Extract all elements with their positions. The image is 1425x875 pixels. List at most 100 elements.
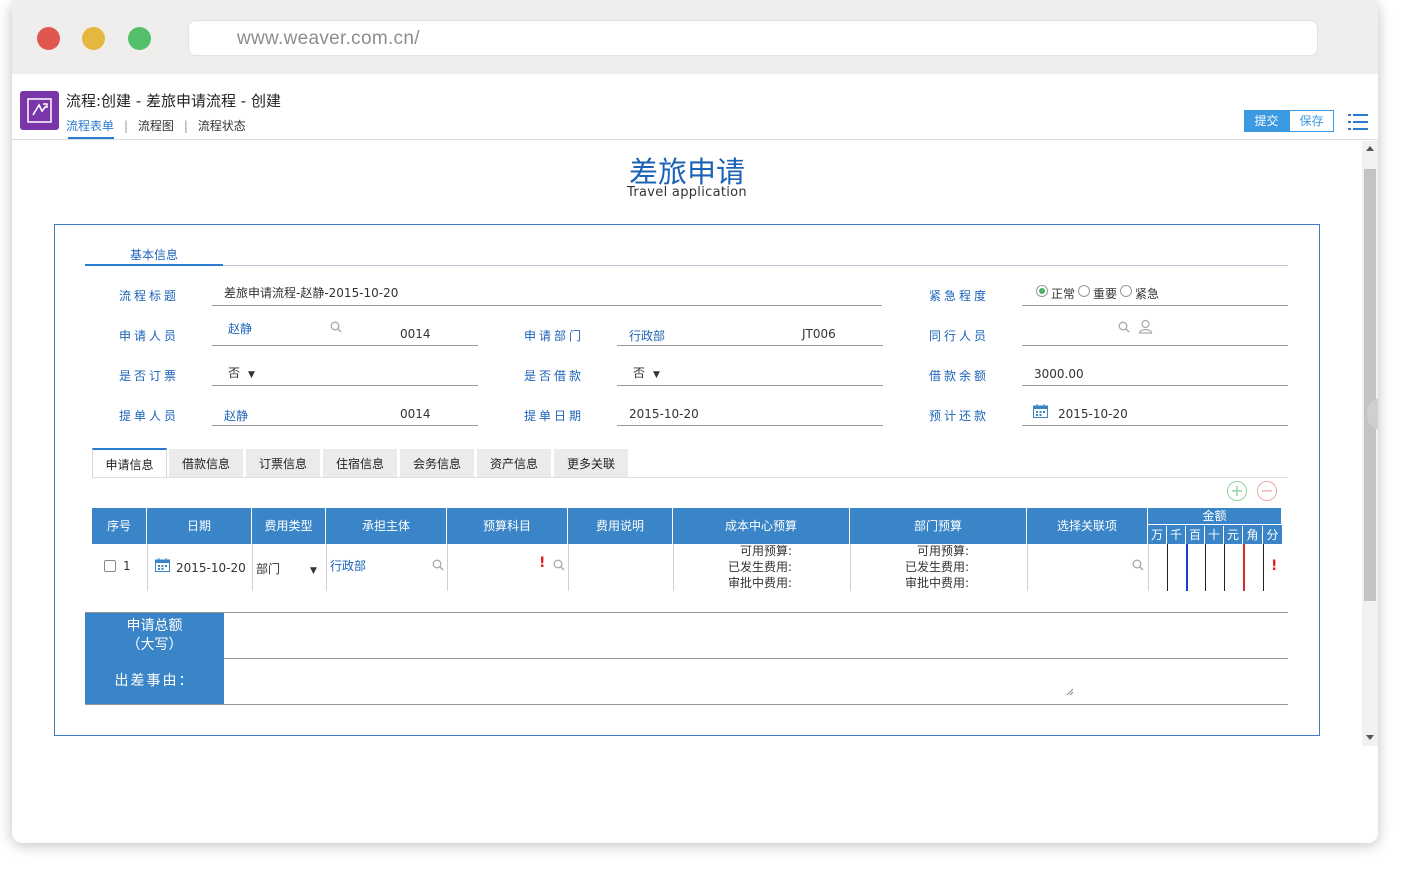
scroll-thumb[interactable] bbox=[1364, 169, 1376, 601]
delete-row-button[interactable]: − bbox=[1257, 481, 1277, 501]
department-label: 申请部门 bbox=[524, 329, 585, 343]
close-window-button[interactable] bbox=[37, 27, 60, 50]
amount-required-icon: ! bbox=[1271, 558, 1278, 574]
loan-balance-field-line bbox=[1022, 385, 1288, 386]
submit-button[interactable]: 提交 bbox=[1244, 110, 1289, 132]
maximize-window-button[interactable] bbox=[128, 27, 151, 50]
ticket-select[interactable]: 否 ▼ bbox=[228, 364, 255, 381]
detail-tab-assets[interactable]: 资产信息 bbox=[476, 448, 552, 478]
related-items-search-icon[interactable] bbox=[1132, 559, 1144, 571]
pending-fee-label: 审批中费用: bbox=[904, 576, 969, 590]
amount-unit-bai: 百 bbox=[1186, 526, 1205, 544]
add-row-button[interactable]: + bbox=[1227, 481, 1247, 501]
col-fee-type: 费用类型 bbox=[252, 508, 326, 544]
col-dept-budget: 部门预算 bbox=[850, 508, 1027, 544]
amount-grid-line bbox=[1263, 544, 1264, 591]
resize-handle-icon[interactable] bbox=[1066, 688, 1074, 696]
row-checkbox[interactable] bbox=[104, 560, 116, 572]
submitter-label: 提单人员 bbox=[119, 409, 180, 423]
budget-subject-search-icon[interactable] bbox=[553, 559, 565, 571]
cell-divider bbox=[252, 544, 253, 591]
scroll-up-arrow-icon[interactable] bbox=[1366, 146, 1374, 151]
companion-search-icon[interactable] bbox=[1118, 321, 1130, 333]
urgency-radio-important[interactable] bbox=[1078, 285, 1090, 297]
row-bearer[interactable]: 行政部 bbox=[330, 557, 366, 574]
scroll-down-arrow-icon[interactable] bbox=[1366, 735, 1374, 740]
flow-title-field-line bbox=[212, 305, 882, 306]
detail-tab-lodging[interactable]: 住宿信息 bbox=[322, 448, 398, 478]
vertical-scrollbar[interactable] bbox=[1362, 141, 1378, 746]
cost-center-budget-info: 可用预算: 已发生费用: 审批中费用: bbox=[712, 543, 792, 591]
amount-grid-line bbox=[1224, 544, 1225, 591]
detail-tab-apply[interactable]: 申请信息 bbox=[92, 448, 167, 478]
url-text: www.weaver.com.cn/ bbox=[237, 28, 420, 49]
amount-unit-wan: 万 bbox=[1148, 526, 1167, 544]
form-subtitle: Travel application bbox=[627, 185, 747, 200]
urgency-option-normal: 正常 bbox=[1051, 287, 1076, 301]
department-field-line bbox=[617, 345, 883, 346]
row-index: 1 bbox=[123, 559, 131, 573]
calendar-icon[interactable] bbox=[1033, 404, 1048, 418]
applicant-search-icon[interactable] bbox=[330, 321, 342, 333]
tab-flow-form[interactable]: 流程表单 bbox=[66, 119, 114, 133]
detail-tab-more[interactable]: 更多关联 bbox=[553, 448, 629, 478]
cell-divider bbox=[147, 544, 148, 591]
applicant-label: 申请人员 bbox=[119, 329, 180, 343]
row-calendar-icon[interactable] bbox=[155, 558, 170, 572]
urgency-field-line bbox=[1022, 305, 1288, 306]
loan-balance-value: 3000.00 bbox=[1034, 367, 1084, 381]
ticket-label: 是否订票 bbox=[119, 369, 180, 383]
tab-flow-status[interactable]: 流程状态 bbox=[198, 119, 246, 133]
available-budget-label: 可用预算: bbox=[739, 544, 792, 558]
incurred-fee-label: 已发生费用: bbox=[727, 560, 792, 574]
urgency-label: 紧急程度 bbox=[929, 289, 990, 303]
section-tab-basic-info[interactable]: 基本信息 bbox=[85, 246, 223, 263]
loan-select-value: 否 bbox=[633, 366, 646, 380]
submitter-field-line bbox=[212, 425, 478, 426]
flow-title-label: 流程标题 bbox=[119, 289, 180, 303]
submitter-value: 赵静 bbox=[224, 409, 249, 423]
row-date[interactable]: 2015-10-20 bbox=[176, 561, 246, 575]
travel-reason-row: 出差事由： bbox=[85, 659, 1288, 705]
repay-date-value[interactable]: 2015-10-20 bbox=[1058, 407, 1128, 421]
address-bar[interactable]: www.weaver.com.cn/ bbox=[188, 20, 1318, 56]
loan-select[interactable]: 否 ▼ bbox=[633, 364, 660, 381]
submit-date-field-line bbox=[617, 425, 883, 426]
detail-tab-loan[interactable]: 借款信息 bbox=[168, 448, 244, 478]
amount-unit-yuan: 元 bbox=[1224, 526, 1243, 544]
amount-grid-line bbox=[1205, 544, 1206, 591]
flow-title-value[interactable]: 差旅申请流程-赵静-2015-10-20 bbox=[224, 284, 398, 301]
urgency-radio-normal[interactable] bbox=[1036, 285, 1048, 297]
amount-grid-line bbox=[1186, 544, 1188, 591]
detail-tab-meeting[interactable]: 会务信息 bbox=[399, 448, 475, 478]
department-value[interactable]: 行政部 bbox=[629, 327, 665, 344]
applicant-value[interactable]: 赵静 bbox=[228, 320, 252, 337]
minimize-window-button[interactable] bbox=[82, 27, 105, 50]
loan-balance-label: 借款余额 bbox=[929, 369, 990, 383]
cell-divider bbox=[850, 544, 851, 591]
cell-divider bbox=[326, 544, 327, 591]
dept-budget-info: 可用预算: 已发生费用: 审批中费用: bbox=[889, 543, 969, 591]
detail-tab-ticket[interactable]: 订票信息 bbox=[245, 448, 321, 478]
row-fee-type-select[interactable]: 部门 ▼ bbox=[256, 560, 317, 577]
department-code: JT006 bbox=[802, 327, 836, 341]
urgency-option-urgent: 紧急 bbox=[1135, 287, 1160, 301]
cell-divider bbox=[673, 544, 674, 591]
user-picker-icon[interactable] bbox=[1138, 319, 1153, 334]
list-menu-icon[interactable] bbox=[1348, 113, 1368, 131]
col-date: 日期 bbox=[147, 508, 252, 544]
repay-label: 预计还款 bbox=[929, 409, 990, 423]
col-budget-subject: 预算科目 bbox=[447, 508, 568, 544]
save-button[interactable]: 保存 bbox=[1289, 110, 1334, 132]
dropdown-arrow-icon: ▼ bbox=[248, 370, 255, 380]
bearer-search-icon[interactable] bbox=[432, 559, 444, 571]
browser-window: www.weaver.com.cn/ 流程:创建 - 差旅申请流程 - 创建 流… bbox=[12, 0, 1378, 843]
incurred-fee-label: 已发生费用: bbox=[904, 560, 969, 574]
col-amount: 金额 bbox=[1148, 508, 1282, 525]
urgency-option-important: 重要 bbox=[1093, 287, 1118, 301]
row-fee-type: 部门 bbox=[256, 562, 281, 576]
tab-flow-chart[interactable]: 流程图 bbox=[138, 119, 174, 133]
col-cost-center-budget: 成本中心预算 bbox=[673, 508, 850, 544]
cell-divider bbox=[447, 544, 448, 591]
urgency-radio-urgent[interactable] bbox=[1120, 285, 1132, 297]
